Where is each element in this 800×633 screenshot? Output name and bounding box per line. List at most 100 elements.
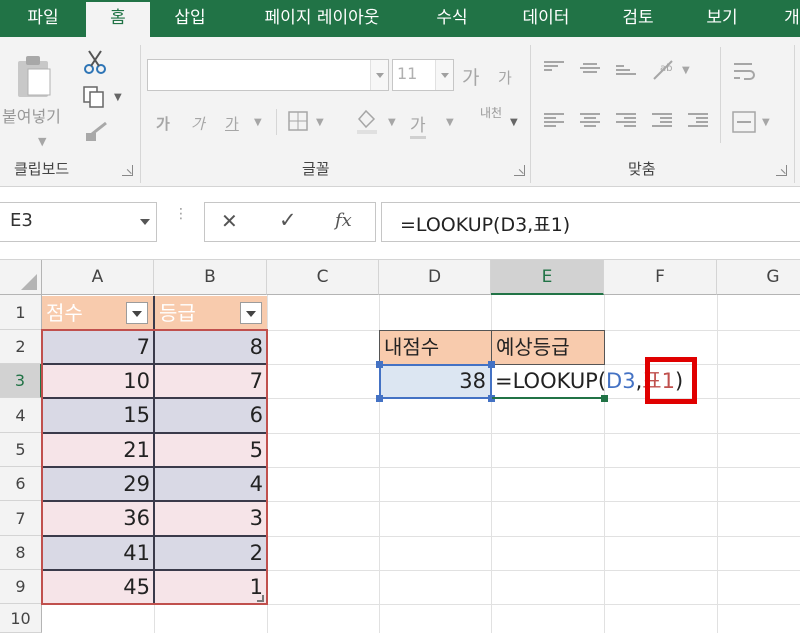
font-group-label: 글꼴 bbox=[302, 160, 330, 178]
phonetic-button[interactable]: 내천 bbox=[480, 107, 504, 119]
align-left-icon[interactable] bbox=[544, 113, 564, 127]
tab-file[interactable]: 파일 bbox=[0, 0, 86, 37]
row-header-4[interactable]: 4 bbox=[0, 398, 42, 433]
formula-text-ref: D3 bbox=[606, 369, 636, 393]
formula-buttons: ✕ ✓ fx bbox=[204, 202, 376, 242]
align-center-icon[interactable] bbox=[580, 113, 600, 127]
underline-button[interactable]: 가 bbox=[225, 113, 239, 134]
borders-icon[interactable] bbox=[288, 111, 308, 131]
gridline bbox=[717, 295, 718, 633]
worksheet-grid[interactable]: A B C D E F G 1 2 3 4 5 6 7 8 9 10 점수 등급… bbox=[0, 260, 800, 633]
phonetic-dropdown-icon[interactable]: ▼ bbox=[510, 117, 518, 128]
shrink-font-button[interactable]: 가 bbox=[498, 67, 512, 88]
formula-bar-grip-icon[interactable]: ⋮ bbox=[174, 207, 188, 221]
insert-function-icon[interactable]: fx bbox=[335, 210, 352, 231]
ribbon-home: 붙여넣기 ▼ ▼ 클립보드 11 가 가 가 가 가 ▼ ▼ ▼ 가 ▼ 내천 … bbox=[0, 37, 800, 187]
tab-insert[interactable]: 삽입 bbox=[158, 0, 222, 37]
group-divider bbox=[530, 45, 531, 183]
font-size-dropdown-icon[interactable] bbox=[435, 60, 453, 90]
row-header-10[interactable]: 10 bbox=[0, 604, 42, 633]
filter-dropdown-icon[interactable] bbox=[240, 302, 262, 324]
table-header-score-label: 점수 bbox=[46, 301, 83, 325]
italic-button[interactable]: 가 bbox=[191, 113, 205, 134]
align-right-icon[interactable] bbox=[616, 113, 636, 127]
align-bottom-icon[interactable] bbox=[616, 65, 636, 79]
name-box[interactable]: E3 bbox=[0, 202, 157, 242]
column-header-d[interactable]: D bbox=[379, 260, 491, 295]
ribbon-tab-bar: 파일 홈 삽입 페이지 레이아웃 수식 데이터 검토 보기 개 bbox=[0, 0, 800, 37]
column-header-e[interactable]: E bbox=[491, 260, 604, 295]
decrease-indent-icon[interactable] bbox=[652, 113, 672, 127]
font-launcher-icon[interactable] bbox=[514, 165, 525, 176]
column-header-a[interactable]: A bbox=[42, 260, 154, 295]
table-header-score[interactable]: 점수 bbox=[42, 296, 154, 330]
grow-font-button[interactable]: 가 bbox=[462, 63, 479, 90]
confirm-edit-icon[interactable]: ✓ bbox=[279, 208, 297, 232]
table-resize-handle-icon[interactable] bbox=[257, 595, 264, 602]
copy-dropdown-icon[interactable]: ▼ bbox=[114, 92, 122, 103]
row-header-9[interactable]: 9 bbox=[0, 570, 42, 604]
column-header-f[interactable]: F bbox=[604, 260, 717, 295]
my-score-header[interactable]: 내점수 bbox=[379, 330, 492, 365]
tab-page-layout[interactable]: 페이지 레이아웃 bbox=[238, 0, 406, 37]
paste-button-label[interactable]: 붙여넣기 bbox=[2, 103, 61, 127]
font-name-combobox[interactable] bbox=[147, 59, 389, 91]
formula-text-func: =LOOKUP( bbox=[495, 369, 607, 393]
formula-input[interactable]: =LOOKUP(D3,표1) bbox=[381, 202, 800, 242]
underline-dropdown-icon[interactable]: ▼ bbox=[254, 117, 262, 128]
cancel-edit-icon[interactable]: ✕ bbox=[221, 209, 238, 233]
tab-developer[interactable]: 개 bbox=[772, 0, 800, 37]
paste-dropdown-icon[interactable]: ▼ bbox=[38, 135, 46, 148]
my-score-value[interactable]: 38 bbox=[381, 364, 490, 398]
reference-handle[interactable] bbox=[376, 361, 383, 368]
format-painter-icon[interactable] bbox=[84, 121, 110, 143]
row-header-5[interactable]: 5 bbox=[0, 433, 42, 467]
row-header-7[interactable]: 7 bbox=[0, 501, 42, 536]
column-header-c[interactable]: C bbox=[267, 260, 379, 295]
tab-data[interactable]: 데이터 bbox=[504, 0, 588, 37]
tab-view[interactable]: 보기 bbox=[690, 0, 754, 37]
alignment-launcher-icon[interactable] bbox=[776, 165, 787, 176]
expected-grade-header[interactable]: 예상등급 bbox=[491, 330, 605, 365]
borders-dropdown-icon[interactable]: ▼ bbox=[316, 117, 324, 128]
font-name-dropdown-icon[interactable] bbox=[370, 60, 388, 90]
font-color-dropdown-icon[interactable]: ▼ bbox=[446, 117, 454, 128]
tab-review[interactable]: 검토 bbox=[606, 0, 670, 37]
merge-center-icon[interactable] bbox=[732, 111, 756, 133]
align-middle-icon[interactable] bbox=[580, 63, 600, 77]
row-header-8[interactable]: 8 bbox=[0, 536, 42, 570]
highlight-annotation-box bbox=[645, 357, 697, 404]
row-header-2[interactable]: 2 bbox=[0, 330, 42, 364]
row-header-3[interactable]: 3 bbox=[0, 364, 42, 398]
name-box-dropdown-icon[interactable] bbox=[140, 219, 150, 225]
merge-dropdown-icon[interactable]: ▼ bbox=[762, 117, 770, 128]
column-header-b[interactable]: B bbox=[154, 260, 267, 295]
table-header-grade[interactable]: 등급 bbox=[155, 296, 267, 330]
select-all-button[interactable] bbox=[0, 260, 42, 295]
fill-color-dropdown-icon[interactable]: ▼ bbox=[388, 117, 396, 128]
clipboard-launcher-icon[interactable] bbox=[122, 165, 133, 176]
font-size-combobox[interactable]: 11 bbox=[392, 59, 454, 91]
row-header-6[interactable]: 6 bbox=[0, 467, 42, 501]
cut-icon[interactable] bbox=[82, 49, 108, 75]
align-top-icon[interactable] bbox=[544, 61, 564, 75]
tab-home[interactable]: 홈 bbox=[86, 2, 150, 37]
copy-icon[interactable] bbox=[82, 85, 108, 109]
tab-formulas[interactable]: 수식 bbox=[420, 0, 484, 37]
orientation-icon[interactable]: ab bbox=[650, 57, 680, 83]
increase-indent-icon[interactable] bbox=[688, 113, 708, 127]
align-divider bbox=[720, 47, 721, 143]
clipboard-group-label: 클립보드 bbox=[14, 160, 70, 178]
column-header-g[interactable]: G bbox=[717, 260, 800, 295]
reference-handle[interactable] bbox=[376, 395, 383, 402]
fill-color-icon[interactable] bbox=[354, 107, 380, 135]
paste-icon[interactable] bbox=[16, 53, 54, 99]
filter-dropdown-icon[interactable] bbox=[126, 302, 148, 324]
font-color-button[interactable]: 가 bbox=[410, 111, 426, 139]
orientation-dropdown-icon[interactable]: ▼ bbox=[682, 65, 690, 76]
wrap-text-icon[interactable] bbox=[732, 59, 756, 83]
name-box-value: E3 bbox=[10, 210, 33, 231]
fill-handle[interactable] bbox=[601, 395, 608, 402]
bold-button[interactable]: 가 bbox=[156, 113, 170, 134]
row-header-1[interactable]: 1 bbox=[0, 295, 42, 330]
